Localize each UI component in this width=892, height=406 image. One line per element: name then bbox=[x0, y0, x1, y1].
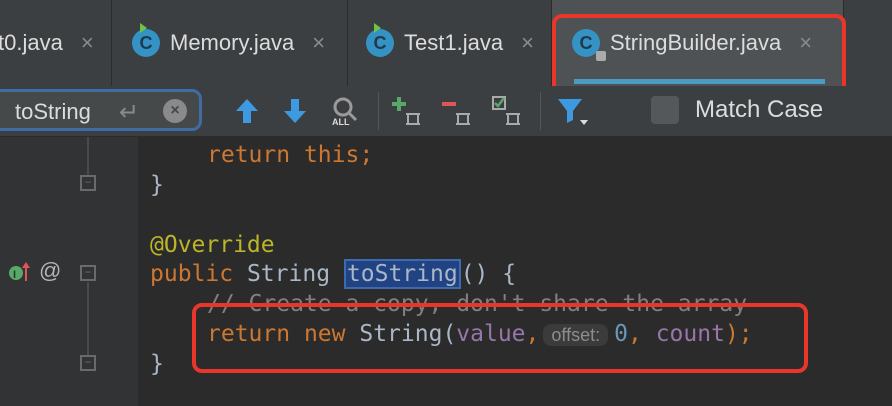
code-editor[interactable]: − − − I @ return this; } @Override publi… bbox=[0, 137, 892, 406]
svg-text:ALL: ALL bbox=[332, 117, 350, 126]
highlight-box-return-line bbox=[192, 303, 808, 373]
tab-label: t0.java bbox=[0, 30, 63, 55]
search-input[interactable]: toString ↵ × bbox=[0, 89, 202, 131]
fold-collapse-icon[interactable]: − bbox=[80, 265, 96, 281]
match-case-label: Match Case bbox=[695, 96, 824, 123]
close-tab-icon[interactable]: × bbox=[521, 30, 534, 56]
return-icon: ↵ bbox=[119, 99, 140, 126]
code-line: return this; bbox=[207, 142, 374, 168]
override-at-icon[interactable]: @ bbox=[39, 258, 61, 284]
search-query: toString bbox=[15, 99, 91, 124]
fold-guide bbox=[87, 282, 89, 357]
clear-search-icon[interactable]: × bbox=[163, 99, 187, 123]
code-line: public String toString() { bbox=[150, 259, 517, 289]
previous-occurrence-icon[interactable] bbox=[234, 96, 260, 126]
match-case-option[interactable]: Match Case bbox=[651, 96, 823, 124]
svg-text:I: I bbox=[13, 269, 16, 281]
tab-memory[interactable]: C Memory.java × bbox=[112, 0, 348, 86]
editor-tab-bar: t0.java × C Memory.java × C Test1.java ×… bbox=[0, 0, 892, 98]
search-match-highlight: toString bbox=[343, 259, 461, 289]
implements-method-icon[interactable]: I bbox=[8, 261, 32, 288]
fold-collapse-icon[interactable]: − bbox=[80, 175, 96, 191]
code-line: } bbox=[150, 351, 164, 377]
tab-t0[interactable]: t0.java × bbox=[0, 0, 112, 86]
fold-guide bbox=[87, 137, 89, 177]
tab-label: Test1.java bbox=[404, 30, 504, 55]
class-run-icon: C bbox=[366, 23, 394, 57]
class-run-icon: C bbox=[132, 23, 160, 57]
editor-gutter: − − − I @ bbox=[0, 137, 138, 406]
remove-occurrence-icon[interactable] bbox=[442, 96, 476, 126]
close-tab-icon[interactable]: × bbox=[312, 30, 325, 56]
fold-collapse-icon[interactable]: − bbox=[80, 355, 96, 371]
add-occurrence-icon[interactable] bbox=[392, 96, 426, 126]
filter-icon[interactable] bbox=[556, 96, 590, 126]
tab-test1[interactable]: C Test1.java × bbox=[348, 0, 552, 86]
toggle-selection-icon[interactable] bbox=[492, 96, 526, 126]
close-tab-icon[interactable]: × bbox=[81, 30, 94, 56]
code-line: } bbox=[150, 172, 164, 198]
tab-label: Memory.java bbox=[170, 30, 295, 55]
next-occurrence-icon[interactable] bbox=[282, 96, 308, 126]
toolbar-separator bbox=[378, 92, 379, 130]
select-all-occurrences-icon[interactable]: ALL bbox=[330, 96, 360, 126]
code-line: @Override bbox=[150, 232, 275, 258]
match-case-checkbox[interactable] bbox=[651, 96, 679, 124]
toolbar-separator bbox=[540, 92, 541, 130]
